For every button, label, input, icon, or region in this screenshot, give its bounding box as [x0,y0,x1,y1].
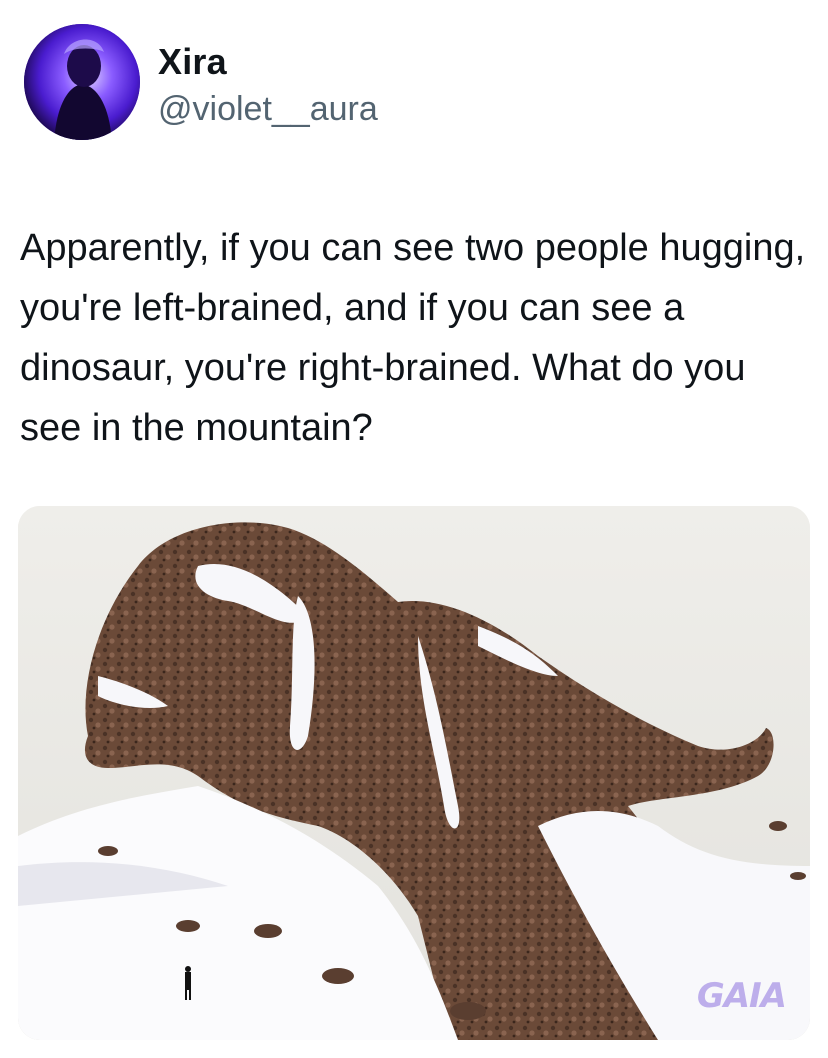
mountain-photo [18,506,810,1040]
tweet-header: Xira @violet__aura [24,24,804,152]
tweet-photo[interactable]: GAIA [18,506,810,1040]
tweet-text: Apparently, if you can see two people hu… [20,227,806,449]
avatar[interactable] [24,24,140,140]
user-handle[interactable]: @violet__aura [158,88,378,130]
display-name[interactable]: Xira [158,40,378,84]
photo-watermark: GAIA [696,976,787,1016]
user-meta: Xira @violet__aura [158,40,378,130]
avatar-image [24,24,140,140]
